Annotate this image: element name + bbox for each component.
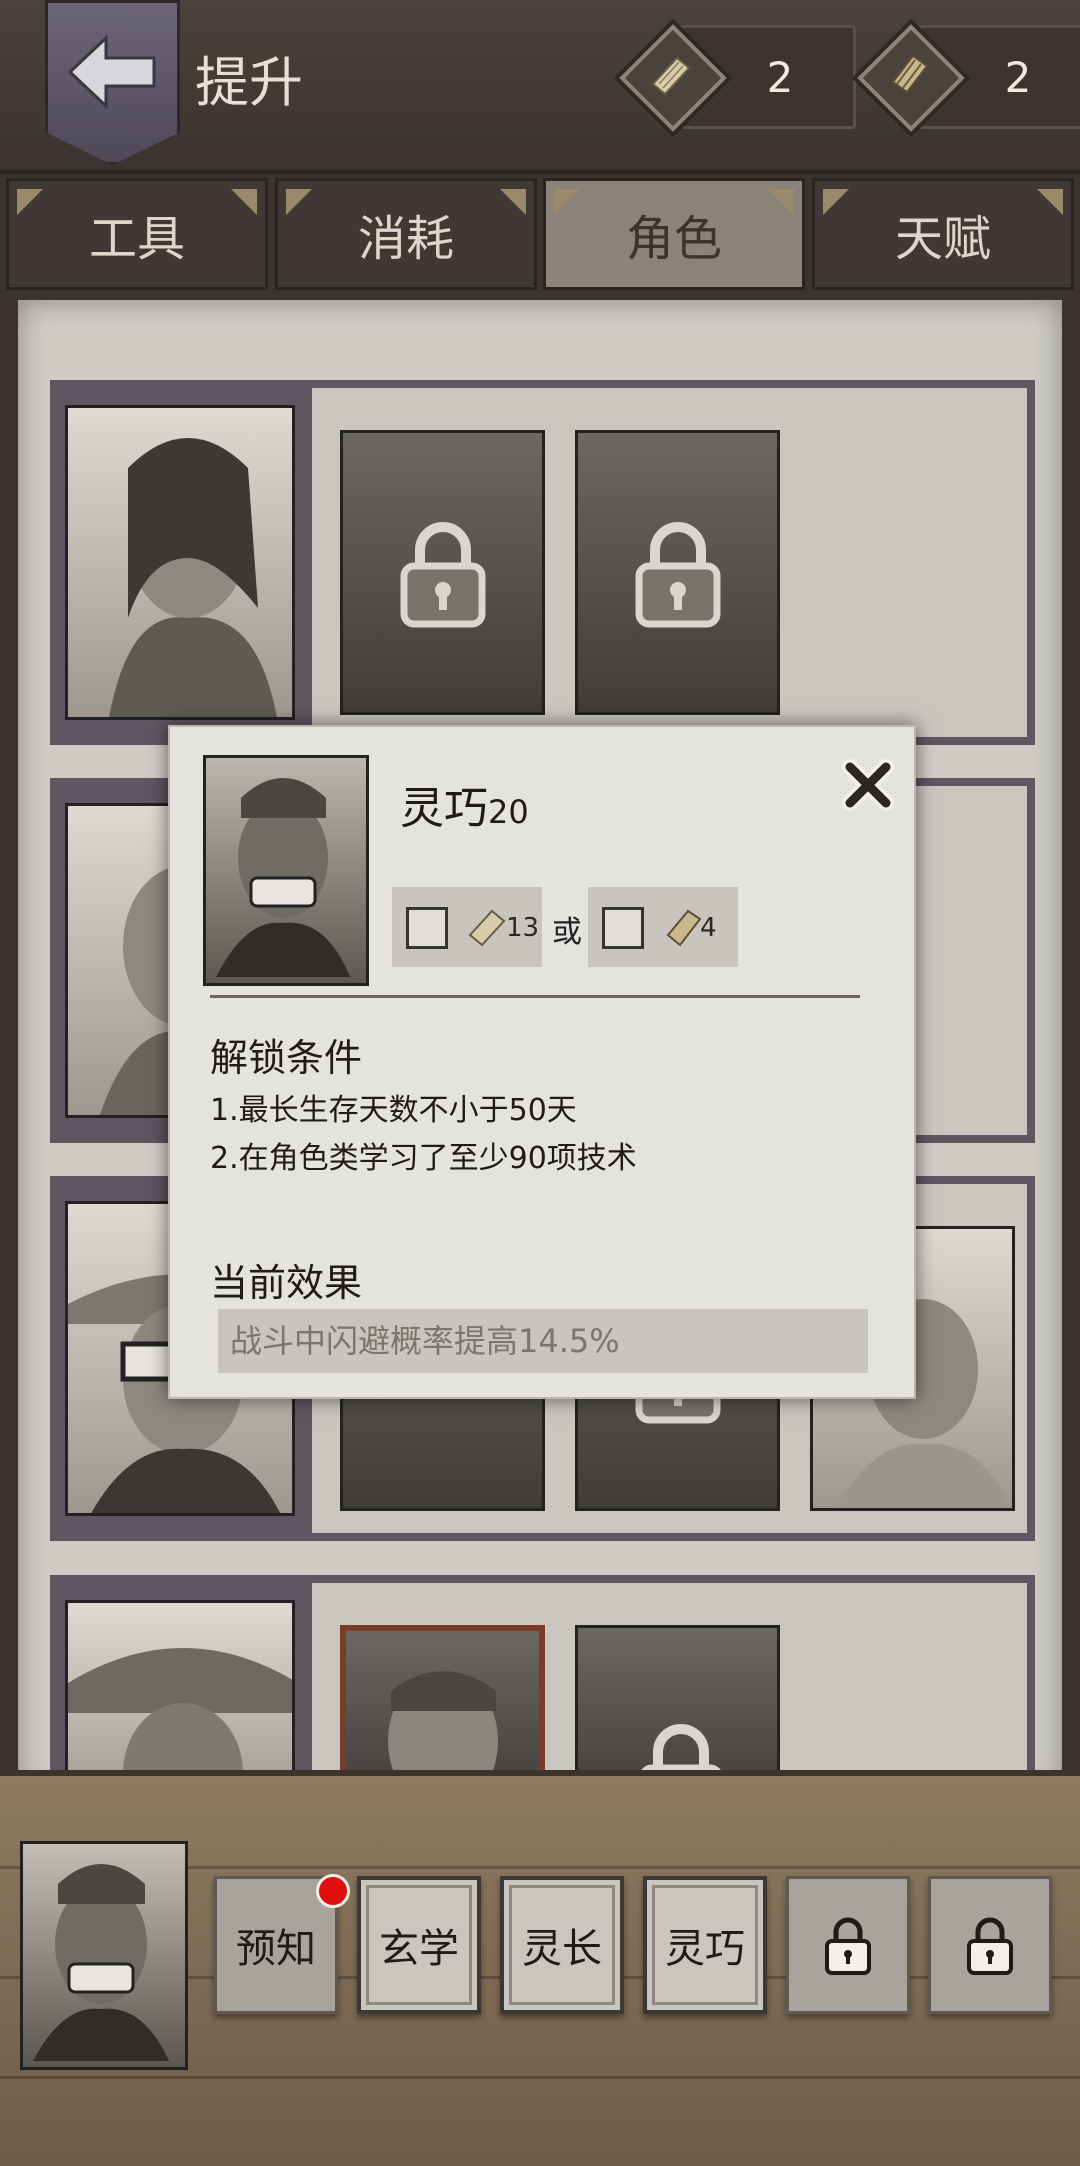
or-label: 或 [552,915,582,950]
divider [210,995,860,998]
skill-bar: 预知 玄学 灵长 灵巧 [0,1770,1080,2166]
skill-button[interactable]: 玄学 [357,1876,481,2014]
tab-character[interactable]: 角色 [543,178,805,290]
skill-label: 玄学 [379,1926,459,1972]
tab-label: 天赋 [894,211,991,267]
effect-text: 战斗中闪避概率提高14.5% [218,1309,868,1373]
skill-label: 预知 [236,1926,316,1972]
character-row [50,380,1035,745]
unlock-condition: 1.最长生存天数不小于50天 [210,1093,577,1128]
locked-character[interactable] [575,430,780,715]
skill-label: 灵长 [522,1926,602,1972]
scroll-count: 2 [766,53,794,102]
lock-icon [967,1917,1013,1975]
tab-label: 角色 [625,211,722,267]
book-icon [891,54,929,94]
scroll-icon [468,909,506,947]
lock-icon [635,521,720,627]
lock-icon [825,1917,871,1975]
character-portrait[interactable] [65,405,295,720]
effect-heading: 当前效果 [210,1261,363,1305]
cost-option-book[interactable]: 4 [588,887,738,967]
cost-scroll-amount: 13 [506,913,540,943]
skill-button[interactable]: 灵长 [500,1876,624,2014]
skill-character-portrait [203,755,369,986]
page-title: 提升 [195,51,303,114]
tab-label: 消耗 [357,211,454,267]
cost-checkbox[interactable] [602,907,644,949]
book-count: 2 [1004,53,1032,102]
cost-checkbox[interactable] [406,907,448,949]
skill-label: 灵巧 [665,1926,745,1972]
skill-level: 20 [488,793,529,831]
current-character-portrait[interactable] [20,1841,188,2070]
tab-talent[interactable]: 天赋 [812,178,1074,290]
notification-badge [316,1874,350,1908]
skill-name: 灵巧 [400,783,488,834]
skill-title: 灵巧20 [400,772,529,836]
locked-character[interactable] [340,430,545,715]
cost-book-amount: 4 [700,913,717,943]
unlock-heading: 解锁条件 [210,1036,363,1080]
back-button[interactable] [45,0,180,165]
book-icon [666,909,702,947]
resource-scroll: 2 [619,24,856,132]
lock-icon [400,521,485,627]
cost-option-scroll[interactable]: 13 [392,887,542,967]
top-bar: 提升 2 2 [0,0,1080,174]
close-icon[interactable] [840,757,896,813]
skill-button-selected[interactable]: 灵巧 [643,1876,767,2014]
arrow-left-icon [67,34,156,110]
skill-detail-dialog: 灵巧20 13 或 4 解锁条件 1.最长生存天数不小于50天 2.在角色类学习… [168,725,916,1399]
category-tabs: 工具 消耗 角色 天赋 [0,178,1080,296]
locked-skill-button[interactable] [786,1876,910,2014]
resource-book: 2 [857,24,1080,132]
unlock-condition: 2.在角色类学习了至少90项技术 [210,1141,637,1176]
tab-label: 工具 [88,211,185,267]
tab-consumables[interactable]: 消耗 [275,178,537,290]
tab-tools[interactable]: 工具 [6,178,268,290]
locked-skill-button[interactable] [928,1876,1052,2014]
scroll-icon [651,56,691,96]
